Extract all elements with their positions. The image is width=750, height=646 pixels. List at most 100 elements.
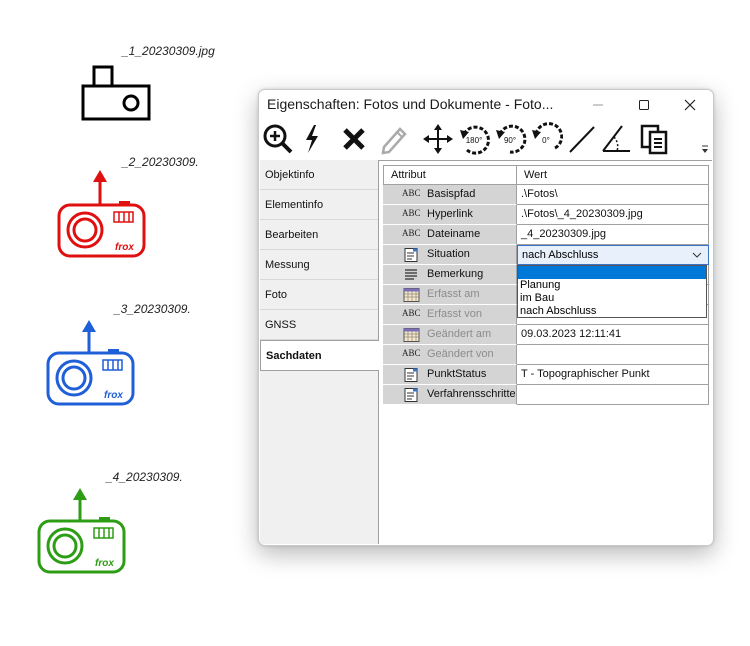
camera-2-icon[interactable]: frox [55, 168, 149, 260]
minimize-button[interactable] [575, 90, 621, 120]
table-row: Verfahrensschritte [383, 385, 709, 405]
lines-icon [405, 269, 417, 280]
table-row: ABC Dateiname _4_20230309.jpg [383, 225, 709, 245]
list-doc-icon [404, 248, 418, 262]
tab-objektinfo[interactable]: Objektinfo [260, 160, 378, 190]
dropdown-option-im-bau[interactable]: im Bau [518, 292, 706, 305]
situation-selected-value: nach Abschluss [522, 249, 599, 261]
tab-gnss[interactable]: GNSS [260, 310, 378, 340]
tab-foto[interactable]: Foto [260, 280, 378, 310]
rotate-90-button[interactable]: 90° [493, 122, 527, 156]
window-title: Eigenschaften: Fotos und Dokumente - Fot… [267, 96, 554, 112]
attr-cell[interactable]: Situation [383, 245, 517, 265]
value-cell[interactable] [517, 345, 709, 365]
zoom-in-icon [263, 124, 293, 154]
svg-text:frox: frox [104, 390, 123, 401]
rotate-180-icon: 180° [460, 125, 490, 155]
svg-text:90°: 90° [504, 136, 516, 145]
dropdown-option-planung[interactable]: Planung [518, 279, 706, 292]
line-button[interactable] [565, 122, 599, 156]
attr-cell[interactable]: ABC Basispfad [383, 185, 517, 205]
abc-text-icon: ABC [402, 348, 421, 358]
angle-button[interactable] [599, 122, 633, 156]
table-row: Geändert am 09.03.2023 12:11:41 [383, 325, 709, 345]
close-icon [684, 99, 696, 111]
camera-1-icon[interactable] [80, 64, 152, 124]
move-button[interactable] [421, 122, 455, 156]
table-row: ABC Geändert von [383, 345, 709, 365]
attr-cell[interactable]: Verfahrensschritte [383, 385, 517, 405]
header-attribut[interactable]: Attribut [383, 165, 517, 185]
attr-cell[interactable]: PunktStatus [383, 365, 517, 385]
copy-icon [640, 124, 668, 155]
attr-cell[interactable]: ABC Dateiname [383, 225, 517, 245]
toolbar: 180° 90° 0° [259, 120, 713, 158]
camera-4-icon[interactable]: frox [35, 486, 129, 576]
maximize-button[interactable] [621, 90, 667, 120]
chevron-down-icon[interactable] [692, 251, 702, 259]
table-row: PunktStatus T - Topographischer Punkt [383, 365, 709, 385]
edit-pencil-icon [381, 127, 407, 155]
camera-4-label: _4_20230309. [106, 470, 183, 484]
camera-3-label: _3_20230309. [114, 302, 191, 316]
minimize-icon [593, 104, 603, 106]
attr-cell[interactable]: ABC Geändert von [383, 345, 517, 365]
list-doc-icon [404, 388, 418, 402]
table-row: ABC Basispfad .\Fotos\ [383, 185, 709, 205]
situation-dropdown-list: Planung im Bau nach Abschluss [517, 265, 707, 318]
camera-1-label: _1_20230309.jpg [122, 44, 215, 58]
rotate-0-button[interactable]: 0° [529, 122, 563, 156]
zoom-in-button[interactable] [261, 122, 295, 156]
rotate-90-icon: 90° [496, 124, 527, 154]
abc-text-icon: ABC [402, 188, 421, 198]
calendar-icon [403, 328, 420, 342]
properties-window: Eigenschaften: Fotos und Dokumente - Fot… [258, 89, 714, 546]
table-row: ABC Hyperlink .\Fotos\_4_20230309.jpg [383, 205, 709, 225]
abc-text-icon: ABC [402, 228, 421, 238]
value-cell[interactable]: T - Topographischer Punkt [517, 365, 709, 385]
rotate-180-button[interactable]: 180° [457, 122, 491, 156]
tab-sachdaten[interactable]: Sachdaten [260, 340, 379, 371]
situation-combobox[interactable]: nach Abschluss [517, 245, 709, 265]
abc-text-icon: ABC [402, 208, 421, 218]
property-grid-area: Attribut Wert ABC Basispfad .\Fotos\ ABC… [379, 160, 712, 545]
attr-cell[interactable]: Geändert am [383, 325, 517, 345]
svg-text:180°: 180° [466, 136, 483, 145]
value-cell[interactable]: .\Fotos\ [517, 185, 709, 205]
delete-icon [343, 128, 365, 150]
value-cell[interactable]: 09.03.2023 12:11:41 [517, 325, 709, 345]
attr-cell[interactable]: Bemerkung [383, 265, 517, 285]
list-doc-icon [404, 368, 418, 382]
title-bar[interactable]: Eigenschaften: Fotos und Dokumente - Fot… [259, 90, 713, 120]
svg-text:0°: 0° [542, 136, 550, 145]
toolbar-overflow-icon[interactable] [700, 142, 710, 156]
svg-text:frox: frox [95, 558, 114, 569]
value-cell[interactable]: .\Fotos\_4_20230309.jpg [517, 205, 709, 225]
angle-icon [602, 125, 630, 152]
abc-text-icon: ABC [402, 308, 421, 318]
copy-button[interactable] [637, 122, 671, 156]
dropdown-option-nach-abschluss[interactable]: nach Abschluss [518, 305, 706, 318]
edit-button[interactable] [377, 122, 411, 156]
value-cell[interactable] [517, 385, 709, 405]
header-wert[interactable]: Wert [517, 165, 709, 185]
maximize-icon [639, 100, 649, 110]
dropdown-option-empty[interactable] [518, 266, 706, 279]
tab-messung[interactable]: Messung [260, 250, 378, 280]
tab-list: Objektinfo Elementinfo Bearbeiten Messun… [260, 160, 379, 544]
svg-text:frox: frox [115, 242, 134, 253]
value-cell[interactable]: _4_20230309.jpg [517, 225, 709, 245]
attr-cell[interactable]: Erfasst am [383, 285, 517, 305]
line-icon [569, 126, 595, 153]
attr-cell[interactable]: ABC Erfasst von [383, 305, 517, 325]
camera-3-icon[interactable]: frox [44, 318, 138, 408]
attr-cell[interactable]: ABC Hyperlink [383, 205, 517, 225]
lightning-button[interactable] [295, 122, 329, 156]
delete-button[interactable] [337, 122, 371, 156]
lightning-icon [306, 125, 318, 153]
camera-2-label: _2_20230309. [122, 155, 199, 169]
tab-elementinfo[interactable]: Elementinfo [260, 190, 378, 220]
close-button[interactable] [667, 90, 713, 120]
tab-bearbeiten[interactable]: Bearbeiten [260, 220, 378, 250]
move-icon [423, 124, 453, 154]
